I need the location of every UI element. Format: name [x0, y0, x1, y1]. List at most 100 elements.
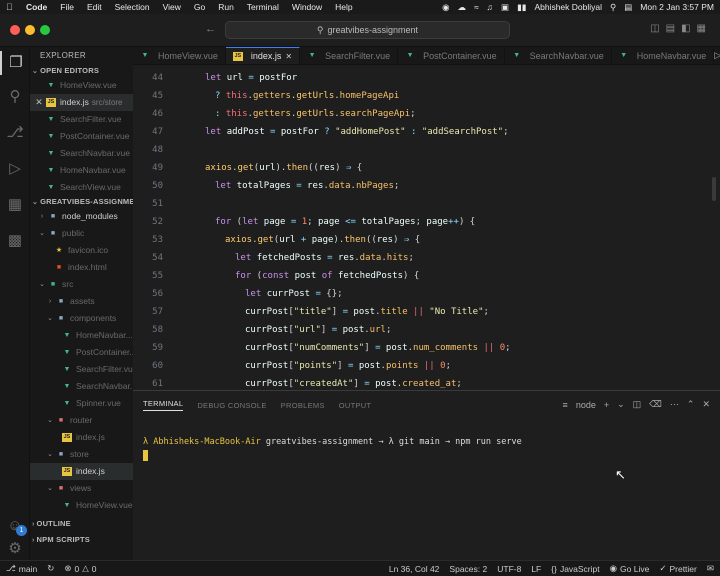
folder-assets[interactable]: › ■ assets [30, 293, 133, 310]
file-router-index[interactable]: JS index.js [30, 429, 133, 446]
settings-gear-icon[interactable]: ⚙ [0, 539, 30, 557]
control-center-icon[interactable]: ▤ [624, 2, 632, 13]
tab-terminal[interactable]: TERMINAL [143, 399, 184, 411]
customize-layout-icon[interactable]: ▦ [697, 23, 712, 34]
open-editor-item[interactable]: ✕ JS index.js src/store [30, 94, 133, 111]
extensions-icon[interactable]: ▦ [0, 195, 30, 213]
file-store-index[interactable]: JS index.js [30, 463, 133, 480]
project-header[interactable]: ⌄ GREATVIBES-ASSIGNME... [30, 196, 133, 208]
file-favicon[interactable]: ★ favicon.ico [30, 242, 133, 259]
tab-output[interactable]: OUTPUT [339, 401, 372, 410]
editor-tab[interactable]: ▼ PostContainer.vue [398, 47, 505, 64]
component-file[interactable]: ▼ SearchNavbar... [30, 378, 133, 395]
component-file[interactable]: ▼ Spinner.vue [30, 395, 133, 412]
menubar-user[interactable]: Abhishek Dobliyal [534, 2, 602, 12]
code-editor[interactable]: 44 45 46 47 48 49 50 51 52 53 54 55 56 57 58 59 60 61 let… [133, 65, 720, 390]
split-terminal-icon[interactable]: ◫ [633, 399, 642, 410]
editor-tab[interactable]: ▼ HomeView.vue [133, 47, 226, 64]
toggle-panel-icon[interactable]: ▤ [666, 23, 681, 34]
apple-icon[interactable]:  [6, 2, 16, 12]
language-mode[interactable]: {} JavaScript [551, 564, 599, 574]
menu-code[interactable]: Code [26, 2, 47, 12]
problems-indicator[interactable]: ⊗ 0 △ 0 [64, 563, 96, 574]
file-views-home[interactable]: ▼ HomeView.vue [30, 497, 133, 514]
command-center-search[interactable]: ⚲ greatvibes-assignment [225, 21, 510, 39]
back-arrow-icon[interactable]: ← [205, 23, 226, 35]
menubar-datetime[interactable]: Mon 2 Jan 3:57 PM [640, 2, 714, 12]
new-terminal-icon[interactable]: + [604, 400, 609, 410]
menu-selection[interactable]: Selection [115, 2, 150, 12]
encoding[interactable]: UTF-8 [497, 564, 521, 574]
cloud-icon[interactable]: ☁ [458, 2, 467, 13]
search-icon[interactable]: ⚲ [610, 2, 616, 13]
open-editor-item[interactable]: ▼ SearchView.vue [30, 179, 133, 196]
editor-tab[interactable]: ▼ SearchFilter.vue [300, 47, 399, 64]
editor-scrollbar[interactable] [712, 177, 716, 201]
npm-scripts-header[interactable]: › NPM SCRIPTS [30, 534, 133, 546]
toggle-sidebar-icon[interactable]: ◫ [650, 23, 665, 34]
minimize-window-button[interactable] [25, 25, 35, 35]
notifications-bell-icon[interactable]: ✉ [707, 563, 714, 574]
menu-window[interactable]: Window [292, 2, 322, 12]
open-editor-item[interactable]: ▼ SearchNavbar.vue [30, 145, 133, 162]
shell-name[interactable]: node [576, 400, 596, 410]
open-editor-item[interactable]: ▼ PostContainer.vue [30, 128, 133, 145]
folder-src[interactable]: ⌄ ■ src [30, 276, 133, 293]
audio-icon[interactable]: ♫ [487, 2, 493, 12]
more-icon[interactable]: ⋯ [670, 399, 679, 410]
folder-components[interactable]: ⌄ ■ components [30, 310, 133, 327]
remote-explorer-icon[interactable]: ▩ [0, 231, 30, 249]
menu-help[interactable]: Help [335, 2, 352, 12]
editor-tab[interactable]: JS index.js ✕ [225, 47, 301, 64]
battery-icon[interactable]: ▮▮ [517, 2, 526, 13]
menu-terminal[interactable]: Terminal [247, 2, 279, 12]
component-file[interactable]: ▼ HomeNavbar... [30, 327, 133, 344]
trash-icon[interactable]: ⌫ [649, 399, 662, 410]
tab-problems[interactable]: PROBLEMS [281, 401, 325, 410]
open-editor-item[interactable]: ▼ HomeNavbar.vue [30, 162, 133, 179]
component-file[interactable]: ▼ PostContainer... [30, 344, 133, 361]
display-icon[interactable]: ▣ [501, 2, 509, 13]
sync-icon[interactable]: ↻ [47, 563, 54, 574]
close-window-button[interactable] [10, 25, 20, 35]
open-editor-item[interactable]: ▼ SearchFilter.vue [30, 111, 133, 128]
cursor-position[interactable]: Ln 36, Col 42 [389, 564, 440, 574]
folder-node-modules[interactable]: › ■ node_modules [30, 208, 133, 225]
menu-file[interactable]: File [60, 2, 74, 12]
tab-debug-console[interactable]: DEBUG CONSOLE [197, 401, 266, 410]
explorer-icon[interactable]: ❐ [0, 51, 30, 75]
folder-views[interactable]: ⌄ ■ views [30, 480, 133, 497]
branch-indicator[interactable]: ⎇ main [6, 563, 37, 574]
terminal-output[interactable]: λ Abhisheks-MacBook-Air greatvibes-assig… [143, 437, 522, 447]
record-icon[interactable]: ◉ [442, 2, 449, 13]
menu-run[interactable]: Run [218, 2, 234, 12]
chevron-down-icon[interactable]: ⌄ [617, 399, 625, 410]
menu-edit[interactable]: Edit [87, 2, 102, 12]
outline-header[interactable]: › OUTLINE [30, 518, 133, 530]
editor-tab[interactable]: ▼ SearchNavbar.vue [505, 47, 612, 64]
editor-tab[interactable]: ▼ HomeNavbar.vue [612, 47, 715, 64]
file-index-html[interactable]: ■ index.html [30, 259, 133, 276]
wifi-icon[interactable]: ≈ [474, 2, 479, 12]
prettier-status[interactable]: ✓ Prettier [659, 563, 697, 574]
chevron-up-icon[interactable]: ⌃ [687, 399, 695, 410]
folder-router[interactable]: ⌄ ■ router [30, 412, 133, 429]
menu-view[interactable]: View [163, 2, 181, 12]
folder-public[interactable]: ⌄ ■ public [30, 225, 133, 242]
open-editor-item[interactable]: ▼ HomeView.vue [30, 77, 133, 94]
component-file[interactable]: ▼ SearchFilter.vue [30, 361, 133, 378]
run-icon[interactable]: ▷ [714, 50, 720, 61]
maximize-window-button[interactable] [40, 25, 50, 35]
folder-store[interactable]: ⌄ ■ store [30, 446, 133, 463]
open-editors-header[interactable]: ⌄ OPEN EDITORS [30, 65, 133, 77]
source-control-icon[interactable]: ⎇ [0, 123, 30, 141]
close-icon[interactable]: ✕ [34, 94, 44, 111]
menu-go[interactable]: Go [194, 2, 205, 12]
search-icon[interactable]: ⚲ [0, 87, 30, 105]
indentation[interactable]: Spaces: 2 [449, 564, 487, 574]
toggle-secondary-sidebar-icon[interactable]: ◧ [681, 23, 696, 34]
run-debug-icon[interactable]: ▷ [0, 159, 30, 177]
end-of-line[interactable]: LF [531, 564, 541, 574]
close-icon[interactable]: ✕ [285, 52, 292, 61]
go-live-button[interactable]: ◉ Go Live [610, 563, 650, 574]
